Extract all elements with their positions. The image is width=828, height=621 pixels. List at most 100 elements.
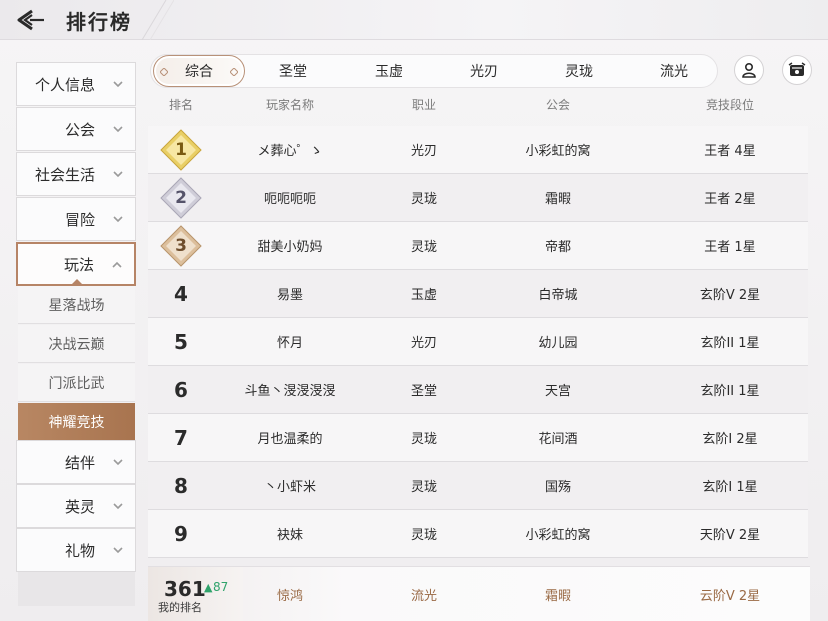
personal-rank-button[interactable] bbox=[734, 55, 764, 85]
table-row[interactable]: 2 呃呃呃呃 灵珑 霜暇 王者 2星 bbox=[148, 174, 808, 222]
chevron-down-icon bbox=[113, 171, 123, 178]
sidebar: 个人信息 公会 社会生活 冒险 玩法 星落战场 决战云巅 门派比武 神耀竞技 结… bbox=[16, 62, 138, 610]
table-row[interactable]: 6 斗鱼丶渂渂渂渂 圣堂 天宫 玄阶II 1星 bbox=[148, 366, 808, 414]
my-rank-label: 我的排名 bbox=[158, 601, 202, 614]
player-name: 易墨 bbox=[276, 288, 304, 303]
tab-label: 灵珑 bbox=[565, 64, 593, 80]
sidebar-item-label: 英灵 bbox=[64, 497, 95, 516]
subitem-cloud-summit[interactable]: 决战云巅 bbox=[18, 325, 135, 363]
rank-number: 6 bbox=[174, 377, 188, 402]
chevron-down-icon bbox=[113, 503, 123, 510]
player-name: 呃呃呃呃 bbox=[263, 192, 317, 207]
col-header-job: 职业 bbox=[411, 98, 437, 112]
player-tier: 玄阶V 2星 bbox=[699, 288, 761, 303]
player-guild: 天宫 bbox=[544, 384, 572, 399]
rank-number: 4 bbox=[174, 281, 188, 306]
player-tier: 王者 2星 bbox=[704, 192, 756, 207]
subitem-divine-arena[interactable]: 神耀竞技 bbox=[18, 403, 135, 441]
player-job: 灵珑 bbox=[410, 432, 438, 447]
player-tier: 天阶V 2星 bbox=[699, 528, 761, 543]
player-guild: 国殇 bbox=[544, 480, 572, 495]
sidebar-item-guild[interactable]: 公会 bbox=[16, 107, 136, 151]
sidebar-item-profile[interactable]: 个人信息 bbox=[16, 62, 136, 106]
sidebar-item-label: 个人信息 bbox=[34, 75, 95, 94]
my-tier: 云阶V 2星 bbox=[699, 589, 761, 604]
table-row[interactable]: 7 月也温柔的 灵珑 花间酒 玄阶I 2星 bbox=[148, 414, 808, 462]
rank-number: 8 bbox=[174, 473, 188, 498]
my-name: 惊鸿 bbox=[276, 589, 304, 604]
sidebar-item-label: 冒险 bbox=[64, 210, 95, 229]
subitem-sect-tournament[interactable]: 门派比武 bbox=[18, 364, 135, 402]
player-name: 斗鱼丶渂渂渂渂 bbox=[244, 384, 336, 399]
player-job: 灵珑 bbox=[410, 480, 438, 495]
back-arrow-icon[interactable] bbox=[16, 8, 46, 32]
diamond-icon bbox=[230, 68, 238, 76]
sidebar-item-label: 公会 bbox=[64, 120, 95, 139]
player-tier: 玄阶I 2星 bbox=[702, 432, 758, 447]
sidebar-item-companion[interactable]: 结伴 bbox=[16, 440, 136, 484]
chevron-down-icon bbox=[113, 216, 123, 223]
tab-label: 圣堂 bbox=[279, 64, 307, 80]
chevron-down-icon bbox=[113, 459, 123, 466]
rank-number: 9 bbox=[174, 521, 188, 546]
chevron-up-icon bbox=[112, 261, 122, 268]
player-guild: 白帝城 bbox=[538, 288, 578, 303]
player-tier: 王者 1星 bbox=[704, 240, 756, 255]
rank-number: 3 bbox=[175, 235, 187, 256]
sidebar-item-label: 结伴 bbox=[64, 453, 95, 472]
player-job: 圣堂 bbox=[410, 384, 438, 399]
chevron-down-icon bbox=[113, 126, 123, 133]
player-tier: 玄阶II 1星 bbox=[700, 384, 760, 399]
table-row[interactable]: 3 甜美小奶妈 灵珑 帝都 王者 1星 bbox=[148, 222, 808, 270]
player-name: 丶小虾米 bbox=[263, 480, 317, 495]
player-name: 月也温柔的 bbox=[257, 432, 323, 447]
player-job: 光刃 bbox=[410, 144, 438, 159]
active-notch-icon bbox=[70, 279, 84, 286]
table-row[interactable]: 9 袂妹 灵珑 小彩虹的窝 天阶V 2星 bbox=[148, 510, 808, 558]
my-rank-change: 87 bbox=[213, 580, 229, 594]
my-rank-bar: 361 ▲ 87 我的排名 惊鸿 流光 霜暇 云阶V 2星 bbox=[148, 566, 810, 621]
sidebar-item-heroic-spirit[interactable]: 英灵 bbox=[16, 484, 136, 528]
tab-light-blade[interactable]: 光刃 bbox=[442, 55, 526, 87]
tab-overall[interactable]: 综合 bbox=[153, 55, 245, 87]
player-job: 灵珑 bbox=[410, 192, 438, 207]
tab-linglong[interactable]: 灵珑 bbox=[537, 55, 621, 87]
player-job: 灵珑 bbox=[410, 240, 438, 255]
sidebar-item-label: 玩法 bbox=[63, 255, 94, 274]
player-guild: 帝都 bbox=[544, 240, 572, 255]
page-title: 排行榜 bbox=[66, 10, 132, 34]
tab-liuguang[interactable]: 流光 bbox=[632, 55, 716, 87]
sidebar-item-gameplay[interactable]: 玩法 bbox=[16, 242, 136, 286]
player-tier: 玄阶I 1星 bbox=[702, 480, 758, 495]
chevron-down-icon bbox=[113, 81, 123, 88]
tab-yuxu[interactable]: 玉虚 bbox=[347, 55, 431, 87]
sidebar-item-social-life[interactable]: 社会生活 bbox=[16, 152, 136, 196]
col-header-name: 玩家名称 bbox=[265, 98, 315, 112]
sidebar-item-gift[interactable]: 礼物 bbox=[16, 528, 136, 572]
table-row[interactable]: 8 丶小虾米 灵珑 国殇 玄阶I 1星 bbox=[148, 462, 808, 510]
title-decoration-icon bbox=[141, 0, 174, 40]
player-name: 甜美小奶妈 bbox=[257, 240, 323, 255]
col-header-rank: 排名 bbox=[168, 98, 194, 112]
my-guild: 霜暇 bbox=[544, 589, 572, 604]
player-job: 玉虚 bbox=[410, 288, 438, 303]
table-row[interactable]: 5 怀月 光刃 幼儿园 玄阶II 1星 bbox=[148, 318, 808, 366]
player-guild: 小彩虹的窝 bbox=[525, 528, 591, 543]
tab-saint-hall[interactable]: 圣堂 bbox=[251, 55, 335, 87]
my-job: 流光 bbox=[410, 589, 438, 604]
sidebar-scroll-end bbox=[18, 572, 135, 606]
guild-rank-button[interactable] bbox=[782, 55, 812, 85]
subitem-star-battlefield[interactable]: 星落战场 bbox=[18, 286, 135, 324]
col-header-guild: 公会 bbox=[545, 98, 571, 112]
chevron-down-icon bbox=[113, 547, 123, 554]
my-rank-number: 361 bbox=[164, 577, 206, 601]
top-bar: 排行榜 bbox=[0, 0, 828, 40]
table-row[interactable]: 4 易墨 玉虚 白帝城 玄阶V 2星 bbox=[148, 270, 808, 318]
sidebar-item-label: 礼物 bbox=[64, 541, 95, 560]
tab-label: 光刃 bbox=[470, 64, 498, 80]
col-header-tier: 竞技段位 bbox=[705, 98, 755, 112]
sidebar-item-adventure[interactable]: 冒险 bbox=[16, 197, 136, 241]
guild-emblem-icon bbox=[788, 62, 806, 76]
table-row[interactable]: 1 メ葬心゜ゝ 光刃 小彩虹的窝 王者 4星 bbox=[148, 126, 808, 174]
tab-label: 综合 bbox=[185, 64, 213, 80]
